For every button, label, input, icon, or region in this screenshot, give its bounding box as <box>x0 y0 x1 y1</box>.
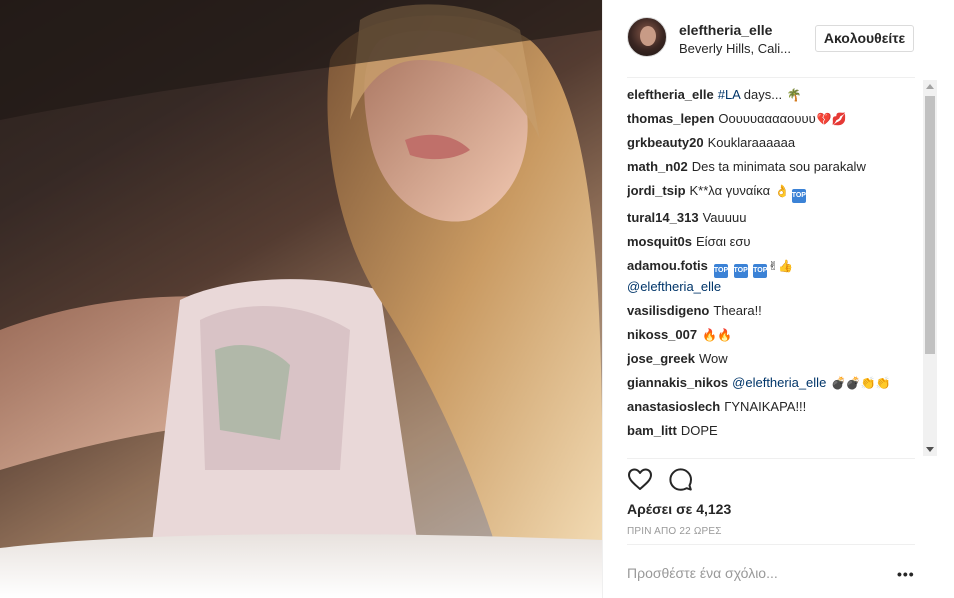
following-button[interactable]: Ακολουθείτε <box>815 25 914 52</box>
post-timestamp[interactable]: ΠΡΙΝ ΑΠΟ 22 ΩΡΕΣ <box>627 526 722 537</box>
comment-text: Vauuuu <box>702 210 747 225</box>
actions-divider <box>627 458 915 459</box>
add-comment-input[interactable] <box>627 565 887 581</box>
author-username[interactable]: eleftheria_elle <box>679 22 772 38</box>
comment-text: Kouklaraaaaaa <box>707 135 796 150</box>
comment-mention[interactable]: @eleftheria_elle <box>732 375 826 390</box>
comment-text: Κ**λα γυναίκα <box>689 183 771 198</box>
post-location[interactable]: Beverly Hills, Cali... <box>679 41 791 56</box>
comment-author[interactable]: vasilisdigeno <box>627 303 709 318</box>
comment-text: Wow <box>698 351 728 366</box>
comment-text: Theara!! <box>713 303 762 318</box>
comment-author[interactable]: jordi_tsip <box>627 183 686 198</box>
comment-text: Είσαι εσυ <box>696 234 751 249</box>
comments-scrollbar[interactable] <box>923 80 937 456</box>
comment-text: Des ta minimata sou parakalw <box>691 159 866 174</box>
list-item: jose_greek Wow <box>627 350 923 368</box>
caption-text: days... <box>743 87 783 102</box>
list-item: bam_litt DOPE <box>627 422 923 440</box>
comment-text: DOPE <box>680 423 718 438</box>
top-badge-icon: TOP <box>753 264 767 278</box>
list-item: anastasioslech ΓΥΝΑΙΚΑΡΑ!!! <box>627 398 923 416</box>
comments-list[interactable]: eleftheria_elle #LA days... 🌴 thomas_lepe… <box>627 86 923 456</box>
post-header: eleftheria_elle Beverly Hills, Cali... Α… <box>603 0 954 77</box>
top-badge-icon: TOP <box>791 189 806 203</box>
comment-author[interactable]: anastasioslech <box>627 399 720 414</box>
comment-text: ΓΥΝΑΙΚΑΡΑ!!! <box>724 399 807 414</box>
comment-text: Οουυυααααουυυ <box>718 111 816 126</box>
comment-mention[interactable]: @eleftheria_elle <box>627 279 721 294</box>
post-sidebar: eleftheria_elle Beverly Hills, Cali... Α… <box>602 0 954 598</box>
comment-emoji: 👌 <box>774 184 790 198</box>
comment-author[interactable]: mosquit0s <box>627 234 692 249</box>
comment-emoji: 🔥🔥 <box>702 328 732 342</box>
footer-divider <box>627 544 915 545</box>
photo-illustration <box>0 0 602 598</box>
scroll-down-arrow-icon[interactable] <box>926 447 934 452</box>
scroll-thumb[interactable] <box>925 96 935 354</box>
author-avatar[interactable] <box>627 17 667 57</box>
comment-bubble-icon[interactable] <box>667 467 693 491</box>
comment-author[interactable]: grkbeauty20 <box>627 135 704 150</box>
comment-author[interactable]: giannakis_nikos <box>627 375 728 390</box>
list-item: thomas_lepen Οουυυααααουυυ💔💋 <box>627 110 923 128</box>
list-item: jordi_tsip Κ**λα γυναίκα 👌 TOP <box>627 182 923 203</box>
top-badge-icon: TOP <box>713 264 728 278</box>
likes-count[interactable]: Αρέσει σε 4,123 <box>627 501 731 517</box>
more-options-icon[interactable]: ••• <box>897 566 915 582</box>
list-item: tural14_313 Vauuuu <box>627 209 923 227</box>
comment-emoji: ✌👍 <box>768 259 794 273</box>
list-item: nikoss_007 🔥🔥 <box>627 326 923 344</box>
comment-author[interactable]: tural14_313 <box>627 210 699 225</box>
post-photo[interactable] <box>0 0 602 598</box>
comment-author[interactable]: math_n02 <box>627 159 688 174</box>
list-item: grkbeauty20 Kouklaraaaaaa <box>627 134 923 152</box>
heart-icon[interactable] <box>627 467 653 491</box>
scroll-up-arrow-icon[interactable] <box>926 84 934 89</box>
comment-author[interactable]: jose_greek <box>627 351 695 366</box>
comment-author[interactable]: adamou.fotis <box>627 258 708 273</box>
list-item: math_n02 Des ta minimata sou parakalw <box>627 158 923 176</box>
comment-author[interactable]: bam_litt <box>627 423 677 438</box>
comment-author[interactable]: thomas_lepen <box>627 111 714 126</box>
caption-author[interactable]: eleftheria_elle <box>627 87 714 102</box>
list-item: mosquit0s Είσαι εσυ <box>627 233 923 251</box>
palm-tree-emoji: 🌴 <box>786 88 802 102</box>
list-item: adamou.fotis TOP TOP TOP✌👍 @eleftheria_el… <box>627 257 923 296</box>
comment-emoji: 💔💋 <box>816 112 847 126</box>
caption: eleftheria_elle #LA days... 🌴 <box>627 86 923 104</box>
list-item: giannakis_nikos @eleftheria_elle 💣💣👏👏 <box>627 374 923 392</box>
top-badge-icon: TOP <box>733 264 748 278</box>
comment-author[interactable]: nikoss_007 <box>627 327 697 342</box>
comment-emoji: 💣💣👏👏 <box>830 376 891 390</box>
list-item: vasilisdigeno Theara!! <box>627 302 923 320</box>
caption-hashtag[interactable]: #LA <box>718 87 740 102</box>
header-divider <box>627 77 915 78</box>
